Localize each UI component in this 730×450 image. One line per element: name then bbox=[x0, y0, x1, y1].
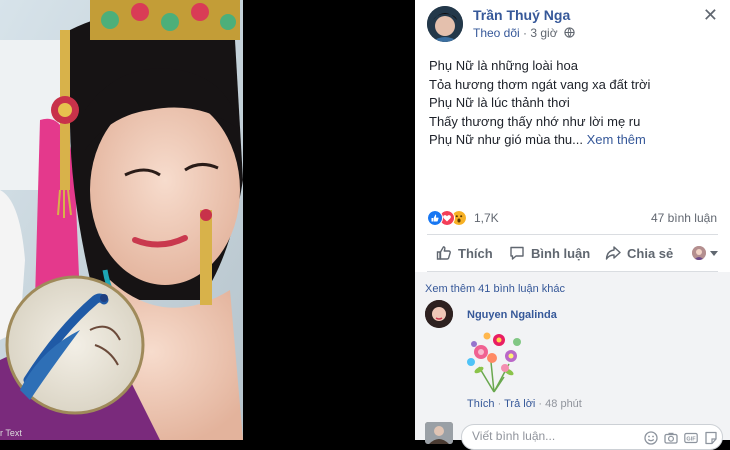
author-name[interactable]: Trần Thuý Nga bbox=[473, 7, 570, 23]
comment-like-link[interactable]: Thích bbox=[467, 398, 495, 410]
chevron-down-icon bbox=[710, 250, 718, 256]
close-icon[interactable]: ✕ bbox=[703, 6, 718, 24]
reaction-count[interactable]: 1,7K bbox=[474, 211, 499, 225]
emoji-icon[interactable] bbox=[644, 431, 658, 445]
like-label: Thích bbox=[458, 245, 493, 261]
comment-reply-link[interactable]: Trả lời bbox=[504, 398, 535, 410]
photo-illustration bbox=[0, 0, 243, 440]
post-line: Phụ Nữ là những loài hoa bbox=[429, 58, 578, 73]
author-avatar[interactable] bbox=[427, 6, 463, 42]
post-actions: Thích Bình luận Chia sẻ bbox=[427, 238, 718, 268]
post-line-last: Phụ Nữ như gió mùa thu... Xem thêm bbox=[429, 131, 718, 150]
flower-sticker bbox=[467, 332, 521, 393]
share-button[interactable]: Chia sẻ bbox=[605, 242, 673, 264]
comment-icon bbox=[510, 246, 524, 260]
share-label: Chia sẻ bbox=[627, 245, 674, 261]
commenter-avatar[interactable] bbox=[425, 300, 453, 328]
view-more-comments-link[interactable]: Xem thêm 41 bình luận khác bbox=[425, 283, 565, 295]
photo-viewer: r Text Trần Thuý Nga Theo dõi · 3 giờ ✕ … bbox=[0, 0, 730, 450]
thumbs-up-icon bbox=[436, 246, 451, 260]
reactions-bar: 1,7K 47 bình luận bbox=[427, 209, 717, 227]
gif-icon[interactable]: GIF bbox=[684, 431, 698, 445]
comment-meta: Thích · Trả lời · 48 phút bbox=[467, 398, 582, 410]
post-time[interactable]: 3 giờ bbox=[530, 26, 557, 40]
share-icon bbox=[605, 246, 621, 260]
post-line: Phụ Nữ như gió mùa thu... bbox=[429, 132, 583, 147]
reaction-icons[interactable] bbox=[427, 210, 471, 226]
commenter-name[interactable]: Nguyen Ngalinda bbox=[467, 309, 557, 321]
sticker-icon[interactable] bbox=[704, 431, 718, 445]
post-photo[interactable]: r Text bbox=[0, 0, 243, 440]
globe-icon bbox=[564, 27, 575, 38]
viewer-avatar bbox=[425, 422, 453, 444]
meta-separator: · bbox=[519, 26, 531, 40]
like-icon bbox=[427, 210, 443, 226]
post-line: Phụ Nữ là lúc thảnh thơi bbox=[429, 95, 570, 110]
comment-button[interactable]: Bình luận bbox=[509, 242, 590, 264]
post-sidebar: Trần Thuý Nga Theo dõi · 3 giờ ✕ Phụ Nữ … bbox=[415, 0, 730, 450]
comment-input[interactable] bbox=[472, 429, 622, 443]
see-more-link[interactable]: Xem thêm bbox=[583, 132, 646, 147]
post-line: Thấy thương thấy nhớ như lời mẹ ru bbox=[429, 113, 641, 129]
post-message: Phụ Nữ là những loài hoa Tỏa hương thơm … bbox=[429, 57, 718, 150]
post-line: Tỏa hương thơm ngát vang xa đất trời bbox=[429, 76, 651, 92]
comment-composer: GIF bbox=[461, 424, 723, 450]
comments-section: Xem thêm 41 bình luận khác Nguyen Ngalin… bbox=[415, 272, 730, 450]
comment-time[interactable]: 48 phút bbox=[545, 398, 582, 410]
divider bbox=[427, 234, 718, 235]
page-avatar bbox=[692, 246, 706, 260]
post-meta: Theo dõi · 3 giờ bbox=[473, 26, 575, 40]
like-button[interactable]: Thích bbox=[436, 242, 493, 264]
comment-label: Bình luận bbox=[531, 245, 591, 261]
post-header: Trần Thuý Nga Theo dõi · 3 giờ ✕ bbox=[427, 6, 720, 46]
author-avatar-image bbox=[427, 6, 463, 42]
reaction-as-selector[interactable] bbox=[692, 244, 718, 262]
camera-icon[interactable] bbox=[664, 431, 678, 445]
follow-link[interactable]: Theo dõi bbox=[473, 26, 520, 40]
comment-count[interactable]: 47 bình luận bbox=[651, 211, 717, 225]
photo-caption: r Text bbox=[0, 428, 22, 438]
photo-pane: r Text bbox=[0, 0, 415, 440]
